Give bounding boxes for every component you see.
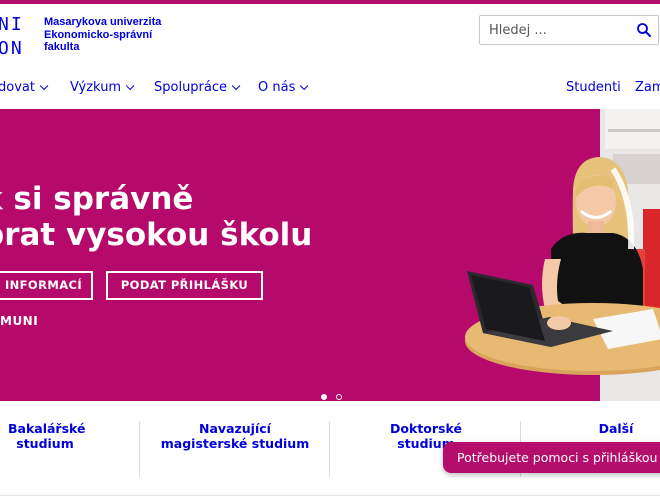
slider-dot-1[interactable] — [321, 394, 327, 400]
logo-line-faculty: fakulta — [44, 41, 80, 53]
tile-divider — [139, 421, 140, 477]
tile-line: studium — [16, 436, 74, 451]
nav-item-label: Výzkum — [70, 80, 122, 95]
application-help-popup[interactable]: Potřebujete pomoci s přihláškou na — [443, 442, 660, 473]
slider-pagination — [321, 385, 346, 401]
nav-item-label: dovat — [0, 80, 35, 95]
nav-item-label: O nás — [258, 80, 296, 95]
nav-item-label: Spolupráce — [154, 80, 228, 95]
chevron-down-icon — [231, 81, 241, 91]
nav-item-o-nas[interactable]: O nás — [258, 80, 309, 95]
search-box — [479, 15, 659, 45]
logo-line-university: Masarykova univerzita — [44, 16, 162, 28]
submit-application-button[interactable]: PODAT PŘIHLÁŠKU — [106, 271, 263, 300]
tile-master-study[interactable]: Navazující magisterské studium — [160, 421, 310, 477]
tile-bachelor-study[interactable]: Bakalářské studium — [8, 421, 86, 477]
tile-line: Další — [598, 421, 634, 436]
tile-line: Doktorské — [390, 421, 462, 436]
student-with-laptop-photo — [465, 109, 660, 401]
search-icon[interactable] — [636, 22, 652, 38]
tile-divider — [329, 421, 330, 477]
top-accent-stripe — [0, 0, 660, 4]
search-input[interactable] — [480, 16, 630, 44]
more-information-button[interactable]: INFORMACÍ — [0, 271, 93, 300]
hero-title-line1: k si správně — [0, 181, 194, 217]
nav-item-zamestnanci[interactable]: Zam — [635, 80, 660, 95]
tile-line: magisterské studium — [160, 436, 310, 451]
chevron-down-icon — [300, 81, 309, 91]
tile-line: Bakalářské — [8, 421, 86, 436]
chevron-down-icon — [39, 81, 49, 91]
nav-item-studenti[interactable]: Studenti — [566, 80, 621, 95]
hero-banner: k si správně brat vysokou školu INFORMAC… — [0, 109, 660, 401]
tile-line: Navazující — [199, 421, 271, 436]
nav-item-studovat[interactable]: dovat — [0, 80, 49, 95]
nav-item-vyzkum[interactable]: Výzkum — [70, 80, 135, 95]
faculty-logo-text[interactable]: Masarykova univerzita Ekonomicko-správní… — [44, 16, 161, 54]
hero-title: k si správně brat vysokou školu — [0, 181, 312, 253]
muni-logo-mark[interactable]: NI ON — [0, 14, 40, 62]
chevron-down-icon — [125, 81, 135, 91]
hero-muni-link[interactable]: MUNI — [0, 314, 38, 328]
logo-mark-bottom: ON — [0, 38, 24, 59]
nav-item-spoluprace[interactable]: Spolupráce — [154, 80, 241, 95]
slider-dot-2[interactable] — [336, 394, 343, 400]
bottom-divider — [0, 495, 660, 496]
logo-mark-top: NI — [0, 14, 24, 35]
logo-line-faculty-name: Ekonomicko-správní — [44, 28, 153, 41]
hero-title-line2: brat vysokou školu — [0, 217, 313, 253]
main-navigation: dovat Výzkum Spolupráce O nás Studenti Z… — [0, 80, 660, 102]
